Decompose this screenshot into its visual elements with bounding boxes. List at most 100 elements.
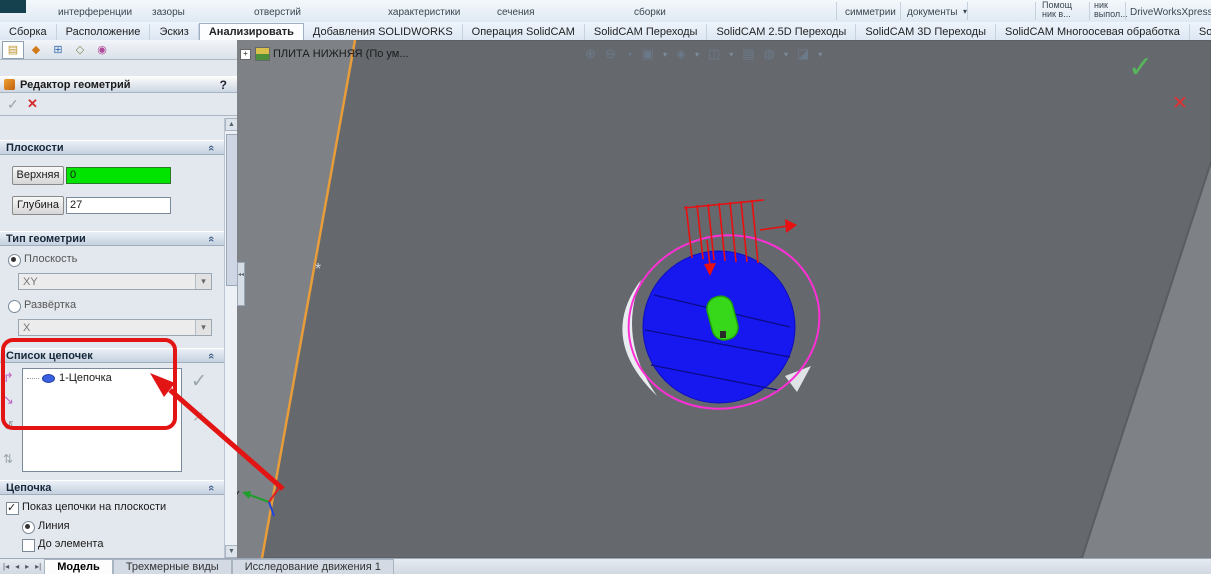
depth-button[interactable]: Глубина bbox=[12, 196, 64, 215]
plane-radio[interactable] bbox=[8, 254, 21, 267]
plane-radio-label: Плоскость bbox=[24, 253, 78, 265]
feature-manager-tab-icon[interactable]: ▤ bbox=[2, 40, 24, 59]
section-view-icon[interactable]: ▣ bbox=[642, 46, 654, 62]
section-header-chain[interactable]: Цепочка « bbox=[0, 480, 224, 495]
heads-up-view-toolbar: ⊕ ⊖ ◔ ▣ ▾ ◈ ▾ ◫ ▾ ▤ ◍ ▾ ◪ ▾ bbox=[585, 46, 822, 62]
display-manager-tab-icon[interactable]: ◉ bbox=[92, 42, 112, 58]
section-header-geometry-type[interactable]: Тип геометрии « bbox=[0, 231, 224, 246]
collapse-chevron-icon[interactable]: « bbox=[205, 236, 217, 242]
upper-value-field[interactable]: 0 bbox=[66, 167, 171, 184]
ribbon-button-label[interactable]: ник выпол... bbox=[1094, 1, 1134, 19]
show-chain-checkbox[interactable] bbox=[6, 501, 19, 515]
add-chain-icon[interactable]: ↱ bbox=[3, 370, 14, 386]
caret-down-icon[interactable]: ▾ bbox=[195, 320, 211, 335]
geometry-editor-icon bbox=[4, 79, 15, 90]
feature-tree-root[interactable]: + ПЛИТА НИЖНЯЯ (По ум... bbox=[240, 46, 409, 62]
depth-value-field[interactable]: 27 bbox=[66, 197, 171, 214]
caret-icon[interactable]: ▾ bbox=[695, 50, 699, 59]
caret-icon[interactable]: ▾ bbox=[663, 50, 667, 59]
caret-icon[interactable]: ▾ bbox=[784, 50, 788, 59]
tree-expand-icon[interactable]: + bbox=[240, 48, 251, 60]
tab-operaciya-solidcam[interactable]: Операция SolidCAM bbox=[463, 24, 585, 40]
panel-scrollbar[interactable]: ▲ ▼ bbox=[224, 118, 237, 558]
tab-solidcam-25d[interactable]: SolidCAM 2.5D Переходы bbox=[707, 24, 857, 40]
previous-view-icon[interactable]: ◔ bbox=[625, 47, 633, 62]
ok-icon[interactable]: ✓ bbox=[7, 96, 19, 113]
cancel-icon[interactable]: ✕ bbox=[27, 96, 38, 112]
ribbon-button-label[interactable]: DriveWorksXpress bbox=[1130, 7, 1211, 18]
tab-3d-views[interactable]: Трехмерные виды bbox=[112, 559, 232, 574]
tab-motion-study[interactable]: Исследование движения 1 bbox=[231, 559, 394, 574]
configuration-manager-tab-icon[interactable]: ⊞ bbox=[48, 42, 68, 58]
ribbon-separator bbox=[836, 2, 837, 20]
accept-chain-icon[interactable]: ✓ bbox=[191, 370, 207, 393]
ribbon-group-label: документы bbox=[907, 7, 958, 18]
view-orientation-icon[interactable]: ◈ bbox=[676, 46, 686, 62]
ribbon-separator bbox=[1125, 2, 1126, 20]
collapse-chevron-icon[interactable]: « bbox=[205, 485, 217, 491]
unfold-radio-label: Развёртка bbox=[24, 299, 77, 311]
panel-collapse-handle[interactable]: ◂◂ bbox=[237, 262, 245, 306]
section-title: Список цепочек bbox=[6, 349, 93, 362]
property-manager-tab-icon[interactable]: ◆ bbox=[26, 42, 46, 58]
status-tab-bar: |◂ ◂ ▸ ▸| Модель Трехмерные виды Исследо… bbox=[0, 558, 1211, 574]
collapse-chevron-icon[interactable]: « bbox=[205, 145, 217, 151]
delete-chain-icon[interactable]: ✕ bbox=[192, 408, 205, 426]
axis-label-y: Y bbox=[237, 490, 240, 501]
unfold-axis-select[interactable]: X ▾ bbox=[18, 319, 212, 336]
ribbon-separator bbox=[1089, 2, 1090, 20]
ribbon-tab-bar: Сборка Расположение Эскиз Анализировать … bbox=[0, 22, 1211, 41]
nav-first-icon[interactable]: |◂ bbox=[0, 559, 12, 574]
chain-item-label[interactable]: 1-Цепочка bbox=[59, 372, 112, 384]
tab-solidcam-3d[interactable]: SolidCAM 3D Переходы bbox=[856, 24, 997, 40]
line-radio[interactable] bbox=[22, 521, 35, 534]
chain-list-item[interactable]: 1-Цепочка bbox=[23, 369, 181, 384]
caret-icon[interactable]: ▾ bbox=[729, 50, 733, 59]
help-icon[interactable]: ? bbox=[220, 78, 227, 92]
tab-analizirovat[interactable]: Анализировать bbox=[198, 23, 304, 41]
collapse-chevron-icon[interactable]: « bbox=[205, 353, 217, 359]
caret-down-icon[interactable]: ▾ bbox=[195, 274, 211, 289]
dimxpert-manager-tab-icon[interactable]: ◇ bbox=[70, 42, 90, 58]
chain-direction-icon[interactable]: ↘ bbox=[3, 392, 14, 408]
section-header-chain-list[interactable]: Список цепочек « bbox=[0, 348, 224, 363]
nav-prev-icon[interactable]: ◂ bbox=[12, 559, 22, 574]
section-header-planes[interactable]: Плоскости « bbox=[0, 140, 224, 155]
ribbon-separator bbox=[1035, 2, 1036, 20]
tab-sborka[interactable]: Сборка bbox=[0, 24, 57, 40]
scene-icon[interactable]: ◪ bbox=[797, 46, 809, 62]
undo-chain-icon[interactable]: ↺ bbox=[3, 418, 14, 434]
nav-last-icon[interactable]: ▸| bbox=[32, 559, 44, 574]
ribbon-separator bbox=[967, 2, 968, 20]
zoom-area-icon[interactable]: ⊖ bbox=[605, 46, 616, 62]
to-element-checkbox[interactable] bbox=[22, 539, 35, 552]
to-element-label: До элемента bbox=[38, 538, 104, 550]
tab-dobavleniya-solidworks[interactable]: Добавления SOLIDWORKS bbox=[304, 24, 463, 40]
tab-solidcam-perehody[interactable]: SolidCAM Переходы bbox=[585, 24, 708, 40]
tab-solidcam-tokarn[interactable]: SolidCAM Токарн... bbox=[1190, 24, 1211, 40]
nav-next-icon[interactable]: ▸ bbox=[22, 559, 32, 574]
sort-chain-icon[interactable]: ⇅ bbox=[3, 452, 13, 466]
caret-icon[interactable]: ▾ bbox=[818, 50, 822, 59]
plane-axis-select[interactable]: XY ▾ bbox=[18, 273, 212, 290]
confirm-cancel-icon[interactable]: ✕ bbox=[1172, 92, 1188, 115]
tab-raspolozhenie[interactable]: Расположение bbox=[57, 24, 151, 40]
ribbon-separator bbox=[900, 2, 901, 20]
upper-plane-button[interactable]: Верхняя bbox=[12, 166, 64, 185]
chain-listbox[interactable]: 1-Цепочка bbox=[22, 368, 182, 472]
zoom-fit-icon[interactable]: ⊕ bbox=[585, 46, 596, 62]
ribbon-group-label: интерференции bbox=[58, 7, 133, 18]
unfold-radio[interactable] bbox=[8, 300, 21, 313]
property-manager-header: Редактор геометрий ? bbox=[0, 76, 237, 93]
edit-appearance-icon[interactable]: ◍ bbox=[764, 46, 775, 62]
tab-eskiz[interactable]: Эскиз bbox=[150, 24, 199, 40]
graphics-viewport[interactable]: * * * bbox=[237, 40, 1211, 558]
tab-model[interactable]: Модель bbox=[44, 559, 113, 574]
ribbon-group-label: сечения bbox=[497, 7, 535, 18]
display-style-icon[interactable]: ◫ bbox=[708, 46, 720, 62]
tree-item-label[interactable]: ПЛИТА НИЖНЯЯ (По ум... bbox=[273, 48, 409, 60]
ribbon-button-label[interactable]: Помощ ник в... bbox=[1042, 1, 1088, 19]
hide-show-icon[interactable]: ▤ bbox=[742, 46, 754, 62]
tab-solidcam-mnogoosevaya[interactable]: SolidCAM Многоосевая обработка bbox=[996, 24, 1190, 40]
confirm-ok-icon[interactable]: ✓ bbox=[1128, 50, 1153, 85]
